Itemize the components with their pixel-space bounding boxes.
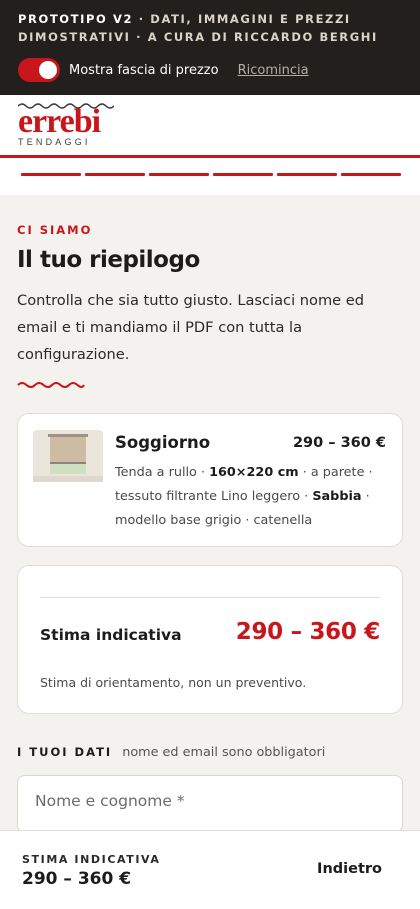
- banner-line-1: PROTOTIPO V2 · DATI, IMMAGINI E PREZZI: [18, 10, 402, 28]
- step-progress: [21, 173, 401, 176]
- progress-step: [277, 173, 337, 176]
- toggle-knob: [39, 61, 57, 79]
- wavy-divider-icon: [17, 382, 85, 388]
- sticky-bottom-bar: STIMA INDICATIVA 290 – 360 € Indietro: [0, 830, 420, 909]
- section-eyebrow: CI SIAMO: [17, 223, 93, 237]
- estimate-card: Stima indicativa 290 – 360 € Stima di or…: [17, 565, 403, 714]
- main-content: CI SIAMO Il tuo riepilogo Controlla che …: [0, 223, 420, 833]
- logo-wordmark: errebi: [18, 103, 101, 140]
- price-toggle-row: Mostra fascia di prezzo Ricomincia: [18, 58, 402, 82]
- errebi-logo[interactable]: errebi TENDAGGI: [16, 103, 116, 147]
- room-price-range: 290 – 360 €: [292, 435, 386, 451]
- intro-text: Controlla che sia tutto giusto. Lasciaci…: [17, 292, 365, 363]
- summary-card: Soggiorno 290 – 360 € Tenda a rullo · 16…: [17, 413, 403, 547]
- restart-link[interactable]: Ricomincia: [238, 63, 309, 78]
- page-title: Il tuo riepilogo: [17, 247, 200, 273]
- your-data-header: I TUOI DATI nome ed email sono obbligato…: [17, 745, 403, 760]
- progress-step: [85, 173, 145, 176]
- banner-line-1-rest: · DATI, IMMAGINI E PREZZI: [133, 12, 351, 26]
- header-accent-line: [0, 155, 420, 158]
- banner-line-2: DIMOSTRATIVI · A CURA DI RICCARDO BERGHI: [18, 30, 378, 44]
- roller-blind-thumbnail: [33, 430, 103, 482]
- site-header: errebi TENDAGGI: [0, 95, 420, 195]
- progress-step: [21, 173, 81, 176]
- price-toggle-label[interactable]: Mostra fascia di prezzo: [69, 63, 219, 78]
- price-range-toggle[interactable]: [18, 58, 60, 82]
- progress-step: [149, 173, 209, 176]
- prototype-banner: PROTOTIPO V2 · DATI, IMMAGINI E PREZZI D…: [0, 0, 420, 95]
- desc-color: Sabbia: [312, 489, 362, 504]
- estimate-divider: [40, 597, 380, 598]
- your-data-hint: nome ed email sono obbligatori: [122, 745, 326, 760]
- room-name: Soggiorno: [115, 433, 211, 452]
- your-data-label: I TUOI DATI: [17, 745, 113, 759]
- estimate-value: 290 – 360 €: [235, 619, 381, 645]
- name-field[interactable]: Nome e cognome *: [17, 775, 403, 833]
- desc-part: Tenda a rullo ·: [115, 465, 210, 480]
- progress-step: [213, 173, 273, 176]
- desc-size: 160×220 cm: [209, 465, 299, 480]
- estimate-note: Stima di orientamento, non un preventivo…: [40, 675, 307, 690]
- banner-prototype-tag: PROTOTIPO V2: [18, 12, 134, 26]
- bottom-estimate-value: 290 – 360 €: [22, 869, 132, 889]
- estimate-label: Stima indicativa: [40, 626, 182, 644]
- bottom-estimate-label: STIMA INDICATIVA: [22, 853, 161, 866]
- logo-subtitle: TENDAGGI: [18, 137, 91, 147]
- progress-step: [341, 173, 401, 176]
- configuration-description: Tenda a rullo · 160×220 cm · a parete · …: [115, 461, 375, 533]
- back-button[interactable]: Indietro: [317, 861, 382, 877]
